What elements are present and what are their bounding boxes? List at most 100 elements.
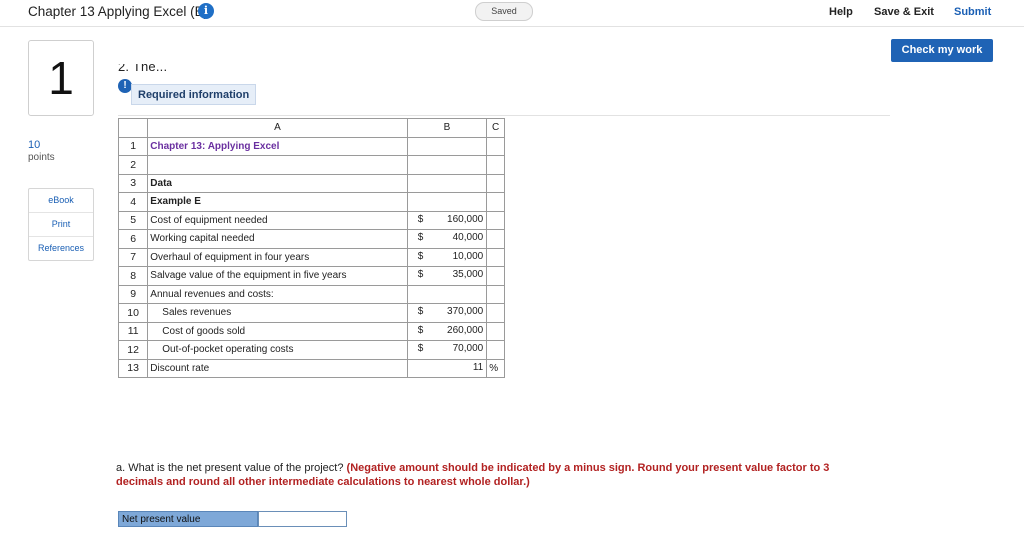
cell-b bbox=[406, 173, 488, 193]
currency-symbol: $ bbox=[417, 306, 424, 317]
cell-a: Example E bbox=[147, 192, 408, 212]
row-number: 10 bbox=[117, 303, 149, 323]
cell-a: Working capital needed bbox=[147, 229, 408, 249]
table-row: 12 Out-of-pocket operating costs $70,000 bbox=[117, 340, 505, 360]
table-row: 9 Annual revenues and costs: bbox=[117, 284, 505, 304]
table-row: 4 Example E bbox=[117, 192, 505, 212]
row-number: 7 bbox=[117, 247, 149, 267]
cell-c bbox=[486, 340, 505, 360]
cell-b bbox=[406, 155, 488, 175]
corner-cell bbox=[117, 118, 149, 138]
table-row: 1 Chapter 13: Applying Excel bbox=[117, 136, 505, 156]
assignment-title: Chapter 13 Applying Excel (B) bbox=[28, 4, 209, 19]
table-row: 10 Sales revenues $370,000 bbox=[117, 303, 505, 323]
cell-b bbox=[406, 192, 488, 212]
cell-c bbox=[486, 321, 505, 341]
table-row: 8 Salvage value of the equipment in five… bbox=[117, 266, 505, 286]
submit-button[interactable]: Submit bbox=[954, 6, 991, 18]
cell-b: $260,000 bbox=[406, 321, 488, 341]
cell-b: $35,000 bbox=[406, 266, 488, 286]
column-header-row: A B C bbox=[117, 118, 505, 138]
cell-b: $160,000 bbox=[406, 210, 488, 230]
question-prompt: a. What is the net present value of the … bbox=[116, 461, 876, 489]
cell-a: Annual revenues and costs: bbox=[147, 284, 408, 304]
currency-symbol: $ bbox=[417, 269, 424, 280]
amount: 160,000 bbox=[447, 213, 484, 225]
column-header-c: C bbox=[486, 118, 505, 138]
currency-symbol: $ bbox=[417, 213, 424, 225]
cell-b: $70,000 bbox=[406, 340, 488, 360]
row-number: 3 bbox=[117, 173, 149, 193]
cell-c bbox=[486, 210, 505, 230]
points-value: 10 bbox=[28, 139, 41, 151]
table-row: 7 Overhaul of equipment in four years $1… bbox=[117, 247, 505, 267]
ebook-link[interactable]: eBook bbox=[29, 189, 93, 213]
top-bar: Chapter 13 Applying Excel (B) i Saved He… bbox=[0, 0, 1024, 26]
question-number: 1 bbox=[28, 40, 94, 116]
cell-a: Out-of-pocket operating costs bbox=[147, 340, 408, 360]
amount: 40,000 bbox=[452, 232, 484, 243]
row-number: 9 bbox=[117, 284, 149, 304]
print-link[interactable]: Print bbox=[29, 213, 93, 237]
question-text: a. What is the net present value of the … bbox=[116, 462, 347, 474]
check-my-work-button[interactable]: Check my work bbox=[891, 39, 993, 62]
table-row: 6 Working capital needed $40,000 bbox=[117, 229, 505, 249]
cell-b bbox=[406, 284, 488, 304]
alert-icon: ! bbox=[118, 79, 132, 93]
truncated-question-text-content: 2. The... bbox=[118, 64, 168, 74]
info-icon[interactable]: i bbox=[198, 3, 214, 19]
save-exit-button[interactable]: Save & Exit bbox=[874, 6, 934, 18]
net-present-value-label: Net present value bbox=[118, 511, 258, 527]
amount: 35,000 bbox=[452, 269, 484, 280]
table-row: 3 Data bbox=[117, 173, 505, 193]
cell-c bbox=[486, 173, 505, 193]
row-number: 6 bbox=[117, 229, 149, 249]
cell-b: $10,000 bbox=[406, 247, 488, 267]
cell-b bbox=[406, 136, 488, 156]
amount: 370,000 bbox=[447, 306, 484, 317]
cell-a: Discount rate bbox=[147, 358, 408, 378]
header-divider bbox=[0, 26, 1024, 27]
amount: 260,000 bbox=[447, 324, 484, 336]
amount: 70,000 bbox=[452, 343, 484, 354]
spreadsheet: A B C 1 Chapter 13: Applying Excel 2 3 D… bbox=[117, 118, 505, 378]
row-number: 13 bbox=[117, 358, 149, 378]
cell-a: Cost of goods sold bbox=[147, 321, 408, 341]
row-number: 8 bbox=[117, 266, 149, 286]
cell-a: Sales revenues bbox=[147, 303, 408, 323]
references-link[interactable]: References bbox=[29, 237, 93, 260]
row-number: 11 bbox=[117, 321, 149, 341]
cell-b: 11 bbox=[406, 358, 488, 378]
help-button[interactable]: Help bbox=[829, 6, 853, 18]
cell-c bbox=[486, 136, 505, 156]
row-number: 2 bbox=[117, 155, 149, 175]
content-divider bbox=[118, 115, 890, 116]
table-row: 5 Cost of equipment needed $160,000 bbox=[117, 210, 505, 230]
cell-a: Data bbox=[147, 173, 408, 193]
cell-a: Salvage value of the equipment in five y… bbox=[147, 266, 408, 286]
table-row: 2 bbox=[117, 155, 505, 175]
resource-links: eBook Print References bbox=[28, 188, 94, 261]
cell-c bbox=[486, 266, 505, 286]
cell-c bbox=[486, 303, 505, 323]
cell-c bbox=[486, 229, 505, 249]
net-present-value-input[interactable] bbox=[258, 511, 347, 527]
cell-c bbox=[486, 284, 505, 304]
saved-status-badge: Saved bbox=[475, 2, 533, 21]
currency-symbol: $ bbox=[417, 232, 424, 243]
row-number: 12 bbox=[117, 340, 149, 360]
row-number: 5 bbox=[117, 210, 149, 230]
cell-b: $40,000 bbox=[406, 229, 488, 249]
currency-symbol: $ bbox=[417, 343, 424, 354]
cell-a: Chapter 13: Applying Excel bbox=[147, 136, 408, 156]
row-number: 4 bbox=[117, 192, 149, 212]
points-label: points bbox=[28, 152, 55, 163]
currency-symbol: $ bbox=[417, 324, 424, 336]
cell-a bbox=[147, 155, 408, 175]
cell-a: Overhaul of equipment in four years bbox=[147, 247, 408, 267]
currency-symbol: $ bbox=[417, 250, 424, 262]
cell-a: Cost of equipment needed bbox=[147, 210, 408, 230]
truncated-question-text: 2. The... bbox=[118, 64, 858, 74]
cell-c bbox=[486, 192, 505, 212]
required-information-tab[interactable]: Required information bbox=[131, 84, 256, 105]
